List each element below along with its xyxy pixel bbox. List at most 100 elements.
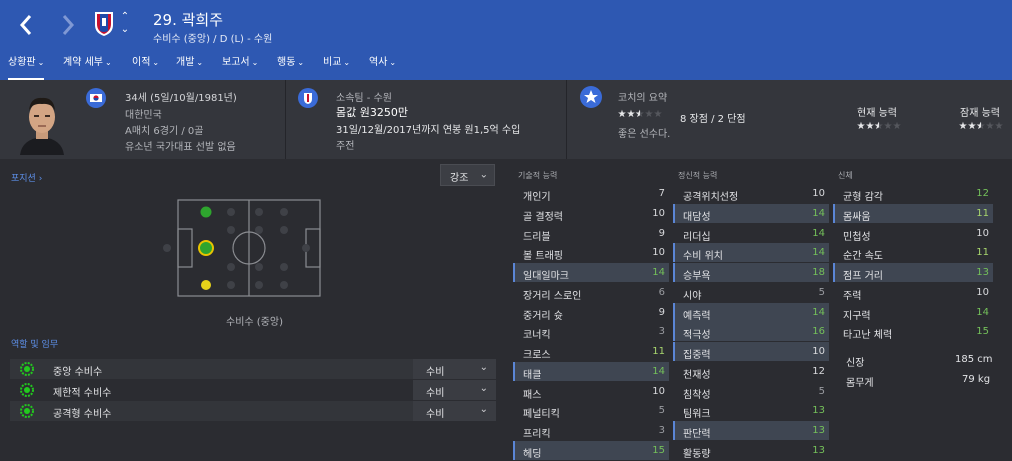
attribute-row[interactable]: 판단력 13 xyxy=(673,421,829,440)
positions-link[interactable]: 포지션 › xyxy=(11,171,42,184)
attribute-row[interactable]: 개인기 7 xyxy=(513,184,669,203)
attribute-row[interactable]: 민첩성 10 xyxy=(833,224,993,243)
attribute-row[interactable]: 침착성 5 xyxy=(673,382,829,401)
attribute-value: 14 xyxy=(976,306,989,318)
attribute-row[interactable]: 천재성 12 xyxy=(673,362,829,381)
current-ability-stars: ★★ ★ ★★★ xyxy=(856,121,902,132)
menu-label: 계약 세부 xyxy=(63,57,103,68)
coach-summary-title: 코치의 요약 xyxy=(618,93,668,104)
attribute-row[interactable]: 시야 5 xyxy=(673,283,829,302)
menu-transfer[interactable]: 이적 ⌄ xyxy=(132,53,159,80)
role-row[interactable]: 중앙 수비수 수비 ⌄ xyxy=(10,359,496,379)
attribute-value: 5 xyxy=(818,286,825,298)
highlight-marker xyxy=(673,243,675,263)
attribute-name: 태클 xyxy=(523,369,542,381)
role-row[interactable]: 제한적 수비수 수비 ⌄ xyxy=(10,380,496,400)
club-icon xyxy=(298,88,318,108)
attribute-row[interactable]: 패스 10 xyxy=(513,382,669,401)
highlight-marker xyxy=(673,302,675,322)
attribute-name: 예측력 xyxy=(683,310,711,322)
contract-wage: 31일/12월/2017년까지 연봉 원1,5억 수입 xyxy=(336,125,521,136)
attribute-value: 6 xyxy=(658,286,665,298)
star-icon: ★ xyxy=(644,109,654,120)
attribute-name: 적극성 xyxy=(683,330,711,342)
highlight-dropdown[interactable]: 강조 ⌄ xyxy=(440,164,495,186)
attribute-row[interactable]: 크로스 11 xyxy=(513,342,669,361)
attribute-row[interactable]: 몸싸움 11 xyxy=(833,203,993,223)
attribute-row[interactable]: 코너킥 3 xyxy=(513,322,669,341)
attribute-value: 15 xyxy=(976,326,989,338)
physical-title: 신체 xyxy=(838,171,853,180)
attribute-row[interactable]: 승부욕 18 xyxy=(673,263,829,282)
role-rating-icon xyxy=(20,383,34,397)
attribute-row[interactable]: 공격위치선정 10 xyxy=(673,184,829,203)
menu-reports[interactable]: 보고서 ⌄ xyxy=(222,53,258,80)
attribute-row[interactable]: 페널티킥 5 xyxy=(513,401,669,420)
duty-dropdown[interactable]: 수비 ⌄ xyxy=(413,380,496,400)
highlight-marker xyxy=(833,203,835,223)
attribute-row[interactable]: 드리블 9 xyxy=(513,224,669,243)
duty-dropdown[interactable]: 수비 ⌄ xyxy=(413,401,496,421)
coach-comment: 좋은 선수다. xyxy=(618,129,671,140)
menu-history[interactable]: 역사 ⌄ xyxy=(369,53,396,80)
menu-compare[interactable]: 비교 ⌄ xyxy=(323,53,350,80)
star-icon: ★ ★ xyxy=(976,121,985,132)
highlight-marker xyxy=(673,322,675,342)
back-button[interactable] xyxy=(13,10,39,40)
menu-contract[interactable]: 계약 세부 ⌄ xyxy=(63,53,112,80)
attribute-row[interactable]: 골 결정력 10 xyxy=(513,204,669,223)
position-dl xyxy=(200,206,212,218)
attribute-value: 13 xyxy=(812,405,825,417)
nation-flag-icon xyxy=(86,88,106,108)
duty-dropdown[interactable]: 수비 ⌄ xyxy=(413,359,496,379)
attribute-row[interactable]: 타고난 체력 15 xyxy=(833,322,993,341)
menu-overview[interactable]: 상황판 ⌄ xyxy=(8,53,45,80)
attribute-row[interactable]: 볼 트래핑 10 xyxy=(513,243,669,262)
attribute-row[interactable]: 프리킥 3 xyxy=(513,421,669,440)
height-label: 신장 xyxy=(846,358,865,369)
attribute-row[interactable]: 지구력 14 xyxy=(833,303,993,322)
role-row[interactable]: 공격형 수비수 수비 ⌄ xyxy=(10,401,496,421)
star-icon: ★ xyxy=(892,121,902,132)
attribute-row[interactable]: 헤딩 15 xyxy=(513,440,669,460)
strengths-weaknesses[interactable]: 8 장점 / 2 단점 xyxy=(680,110,746,125)
weight-value: 79 kg xyxy=(962,374,991,385)
forward-button[interactable] xyxy=(55,10,81,40)
player-photo xyxy=(16,89,68,155)
attribute-row[interactable]: 점프 거리 13 xyxy=(833,263,993,282)
menu-actions[interactable]: 행동 ⌄ xyxy=(277,53,304,80)
attribute-value: 18 xyxy=(812,267,825,278)
weight-label: 몸무게 xyxy=(846,378,874,389)
menu-label: 역사 xyxy=(369,57,388,68)
attribute-row[interactable]: 균형 감각 12 xyxy=(833,184,993,203)
chevron-up-icon[interactable]: ⌃ xyxy=(118,10,132,23)
star-icon: ★ xyxy=(856,121,866,132)
attribute-row[interactable]: 주력 10 xyxy=(833,283,993,302)
chevron-down-icon: ⌄ xyxy=(479,383,488,394)
attribute-row[interactable]: 태클 14 xyxy=(513,361,669,381)
attribute-row[interactable]: 순간 속도 11 xyxy=(833,243,993,262)
attribute-value: 10 xyxy=(812,188,825,199)
attribute-row[interactable]: 예측력 14 xyxy=(673,302,829,322)
attribute-row[interactable]: 일대일마크 14 xyxy=(513,263,669,282)
attribute-row[interactable]: 집중력 10 xyxy=(673,342,829,361)
highlight-marker xyxy=(513,361,515,381)
nationality[interactable]: 대한민국 xyxy=(125,106,162,121)
player-switcher[interactable]: ⌃ ⌄ xyxy=(118,10,132,38)
attribute-row[interactable]: 적극성 16 xyxy=(673,322,829,342)
potential-ability-label: 잠재 능력 xyxy=(960,108,1000,119)
attribute-row[interactable]: 리더십 14 xyxy=(673,224,829,243)
attribute-row[interactable]: 팀워크 13 xyxy=(673,401,829,420)
menu-development[interactable]: 개발 ⌄ xyxy=(176,53,203,80)
attribute-row[interactable]: 대담성 14 xyxy=(673,203,829,223)
attribute-row[interactable]: 수비 위치 14 xyxy=(673,243,829,263)
attribute-row[interactable]: 활동량 13 xyxy=(673,441,829,460)
chevron-down-icon[interactable]: ⌄ xyxy=(118,23,132,36)
attribute-row[interactable]: 장거리 스로인 6 xyxy=(513,283,669,302)
attribute-value: 14 xyxy=(812,306,825,318)
attribute-row[interactable]: 중거리 슛 9 xyxy=(513,303,669,322)
club-name[interactable]: 소속팀 - 수원 xyxy=(336,89,392,104)
attribute-name: 장거리 스로인 xyxy=(523,290,582,302)
coach-rating-stars: ★★ ★ ★★★ xyxy=(617,109,663,120)
role-rating-icon xyxy=(20,404,34,418)
